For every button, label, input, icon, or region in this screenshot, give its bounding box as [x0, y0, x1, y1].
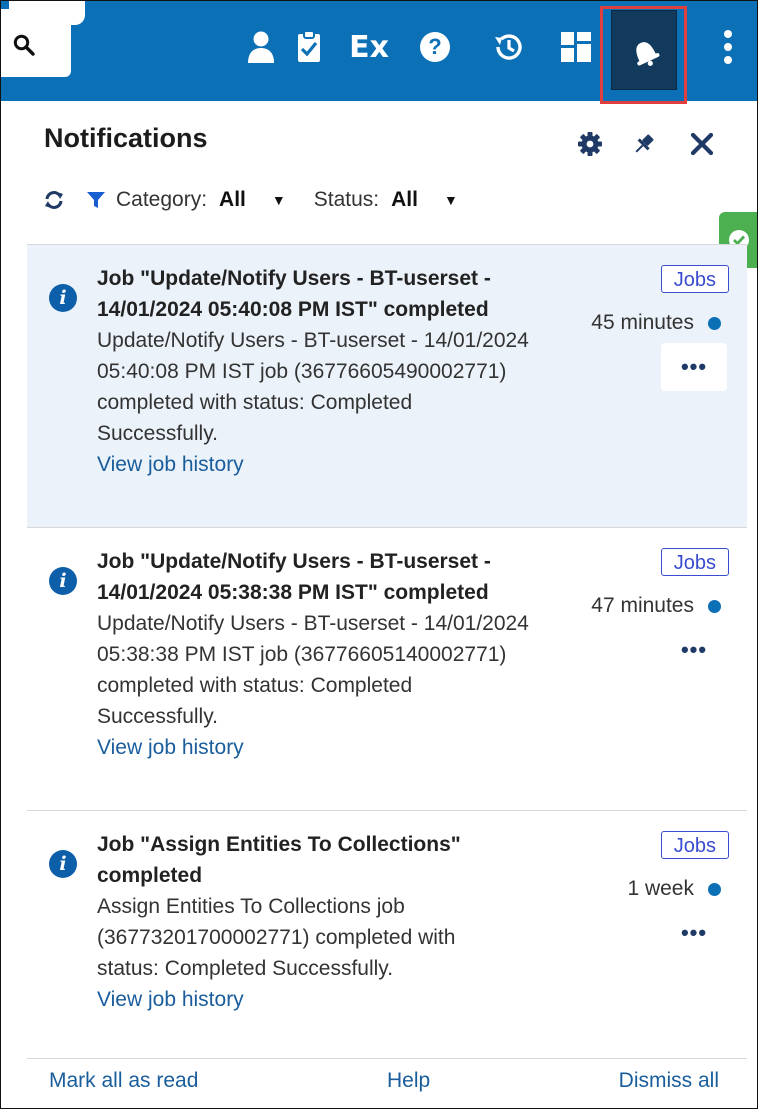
user-icon[interactable] — [241, 23, 281, 71]
notification-content: Job "Update/Notify Users - BT-userset - … — [97, 546, 537, 763]
notification-time: 45 minutes — [591, 311, 721, 335]
more-vertical-icon[interactable] — [713, 23, 743, 71]
history-icon[interactable] — [489, 23, 529, 71]
more-options-button[interactable]: ••• — [661, 343, 727, 391]
unread-dot[interactable] — [708, 316, 721, 330]
status-filter-label: Status: — [313, 188, 380, 211]
notification-item[interactable]: i Job "Update/Notify Users - BT-userset … — [27, 527, 747, 810]
notification-content: Job "Assign Entities To Collections" com… — [97, 829, 517, 1015]
more-options-button[interactable]: ••• — [661, 909, 727, 957]
category-filter-value[interactable]: All — [219, 188, 246, 212]
refresh-icon[interactable] — [44, 190, 64, 210]
notification-body: Update/Notify Users - BT-userset - 14/01… — [97, 612, 529, 728]
notification-title: Job "Update/Notify Users - BT-userset - … — [97, 267, 491, 321]
notification-time: 47 minutes — [591, 594, 721, 618]
view-job-history-link[interactable]: View job history — [97, 449, 537, 480]
pin-icon — [635, 134, 654, 153]
search-box[interactable] — [1, 1, 85, 77]
category-filter-label: Category: — [116, 188, 208, 211]
mark-all-read-link[interactable]: Mark all as read — [49, 1069, 198, 1093]
pin-button[interactable] — [629, 129, 659, 159]
unread-dot[interactable] — [708, 882, 721, 896]
notification-item[interactable]: i Job "Update/Notify Users - BT-userset … — [27, 244, 747, 527]
category-tag[interactable]: Jobs — [660, 831, 729, 859]
gear-icon — [578, 132, 602, 156]
time-label: 47 minutes — [591, 594, 694, 617]
notification-item[interactable]: i Job "Assign Entities To Collections" c… — [27, 810, 747, 1058]
help-icon[interactable]: ? — [415, 23, 455, 71]
notification-body: Update/Notify Users - BT-userset - 14/01… — [97, 329, 529, 445]
dismiss-all-link[interactable]: Dismiss all — [619, 1069, 719, 1093]
tasks-icon[interactable] — [289, 23, 329, 71]
notification-time: 1 week — [627, 877, 721, 901]
category-tag[interactable]: Jobs — [660, 265, 729, 293]
highlight-box — [600, 6, 687, 104]
notification-title: Job "Assign Entities To Collections" com… — [97, 833, 461, 887]
time-label: 1 week — [627, 877, 694, 900]
view-job-history-link[interactable]: View job history — [97, 732, 537, 763]
notification-list: i Job "Update/Notify Users - BT-userset … — [27, 244, 747, 1058]
search-icon[interactable] — [13, 34, 35, 56]
filter-bar: Category: All ▼ Status: All ▼ — [44, 184, 458, 216]
info-icon: i — [49, 284, 77, 312]
notification-title: Job "Update/Notify Users - BT-userset - … — [97, 550, 491, 604]
help-glyph: ? — [420, 32, 450, 62]
ex-icon[interactable]: Ex — [347, 23, 391, 71]
chevron-down-icon[interactable]: ▼ — [272, 192, 286, 208]
filter-icon[interactable] — [86, 190, 106, 210]
info-icon: i — [49, 850, 77, 878]
settings-button[interactable] — [575, 129, 605, 159]
panel-title: Notifications — [44, 123, 208, 153]
search-tab-edge — [9, 1, 85, 25]
notifications-panel: Ex ? Notifications Category: All ▼ Statu… — [0, 0, 758, 1109]
time-label: 45 minutes — [591, 311, 694, 334]
view-job-history-link[interactable]: View job history — [97, 984, 517, 1015]
panel-footer: Mark all as read Help Dismiss all — [27, 1058, 747, 1107]
dashboard-icon[interactable] — [556, 23, 596, 71]
close-icon — [690, 132, 714, 156]
chevron-down-icon[interactable]: ▼ — [444, 192, 458, 208]
notification-content: Job "Update/Notify Users - BT-userset - … — [97, 263, 537, 480]
unread-dot[interactable] — [708, 599, 721, 613]
more-options-button[interactable]: ••• — [661, 626, 727, 674]
category-tag[interactable]: Jobs — [660, 548, 729, 576]
help-link[interactable]: Help — [387, 1069, 430, 1093]
close-button[interactable] — [687, 129, 717, 159]
notification-body: Assign Entities To Collections job (3677… — [97, 895, 456, 980]
info-icon: i — [49, 567, 77, 595]
status-filter-value[interactable]: All — [391, 188, 418, 212]
